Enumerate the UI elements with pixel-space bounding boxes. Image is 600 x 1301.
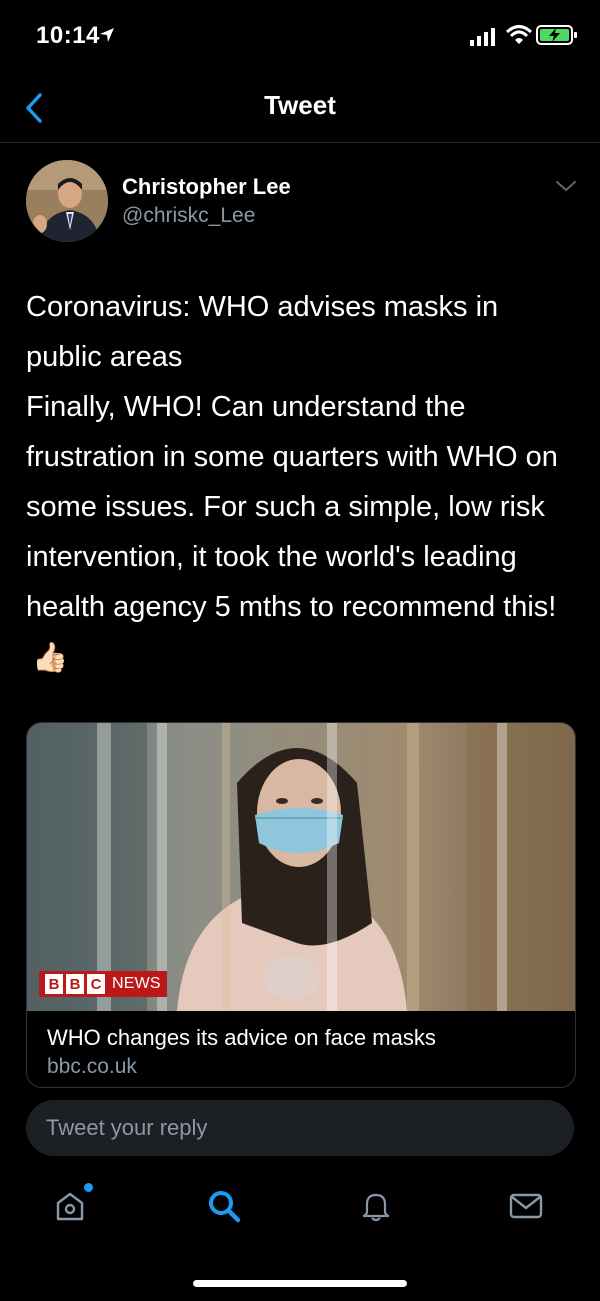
search-icon [209,1191,241,1223]
chevron-down-icon[interactable] [554,178,578,194]
home-indicator[interactable] [193,1280,407,1287]
tab-search[interactable] [202,1184,246,1228]
home-notification-dot [84,1183,93,1192]
tab-messages[interactable] [504,1184,548,1228]
bbc-logo-letter: C [87,974,105,994]
card-title: WHO changes its advice on face masks [47,1025,436,1050]
nav-bar: Tweet [0,72,600,143]
tab-bar [0,1170,600,1250]
battery-charging-icon [536,25,577,45]
mail-icon [509,1193,543,1219]
tweet-headline: Coronavirus: WHO advises masks in public… [26,291,499,373]
status-bar: 10:14 [0,0,600,72]
author-handle[interactable]: @chriskc_Lee [122,204,255,228]
author-name[interactable]: Christopher Lee [122,174,291,200]
bbc-logo-letter: B [45,974,63,994]
cellular-signal-icon [470,28,495,46]
tab-notifications[interactable] [354,1184,398,1228]
bbc-logo-suffix: NEWS [112,975,161,992]
wifi-icon [506,25,532,44]
bbc-news-logo: B B C NEWS [39,971,167,997]
avatar[interactable] [26,160,108,242]
status-time: 10:14 [36,22,100,49]
avatar-photo [26,160,108,242]
tweet-body-text: Finally, WHO! Can understand the frustra… [26,391,558,623]
thumbs-up-emoji: 👍🏻 [32,642,69,675]
home-icon [56,1192,84,1221]
reply-input[interactable]: Tweet your reply [26,1100,574,1156]
link-card[interactable]: B B C NEWS WHO changes its advice on fac… [26,722,576,1088]
reply-placeholder: Tweet your reply [46,1115,208,1140]
tweet-text: Coronavirus: WHO advises masks in public… [26,282,576,683]
bbc-logo-letter: B [66,974,84,994]
bell-icon [362,1193,390,1222]
tweet-body: Finally, WHO! Can understand the frustra… [26,382,576,683]
page-title: Tweet [264,90,336,120]
location-arrow-icon [100,28,114,42]
card-domain: bbc.co.uk [47,1055,137,1078]
card-image [27,723,575,1011]
